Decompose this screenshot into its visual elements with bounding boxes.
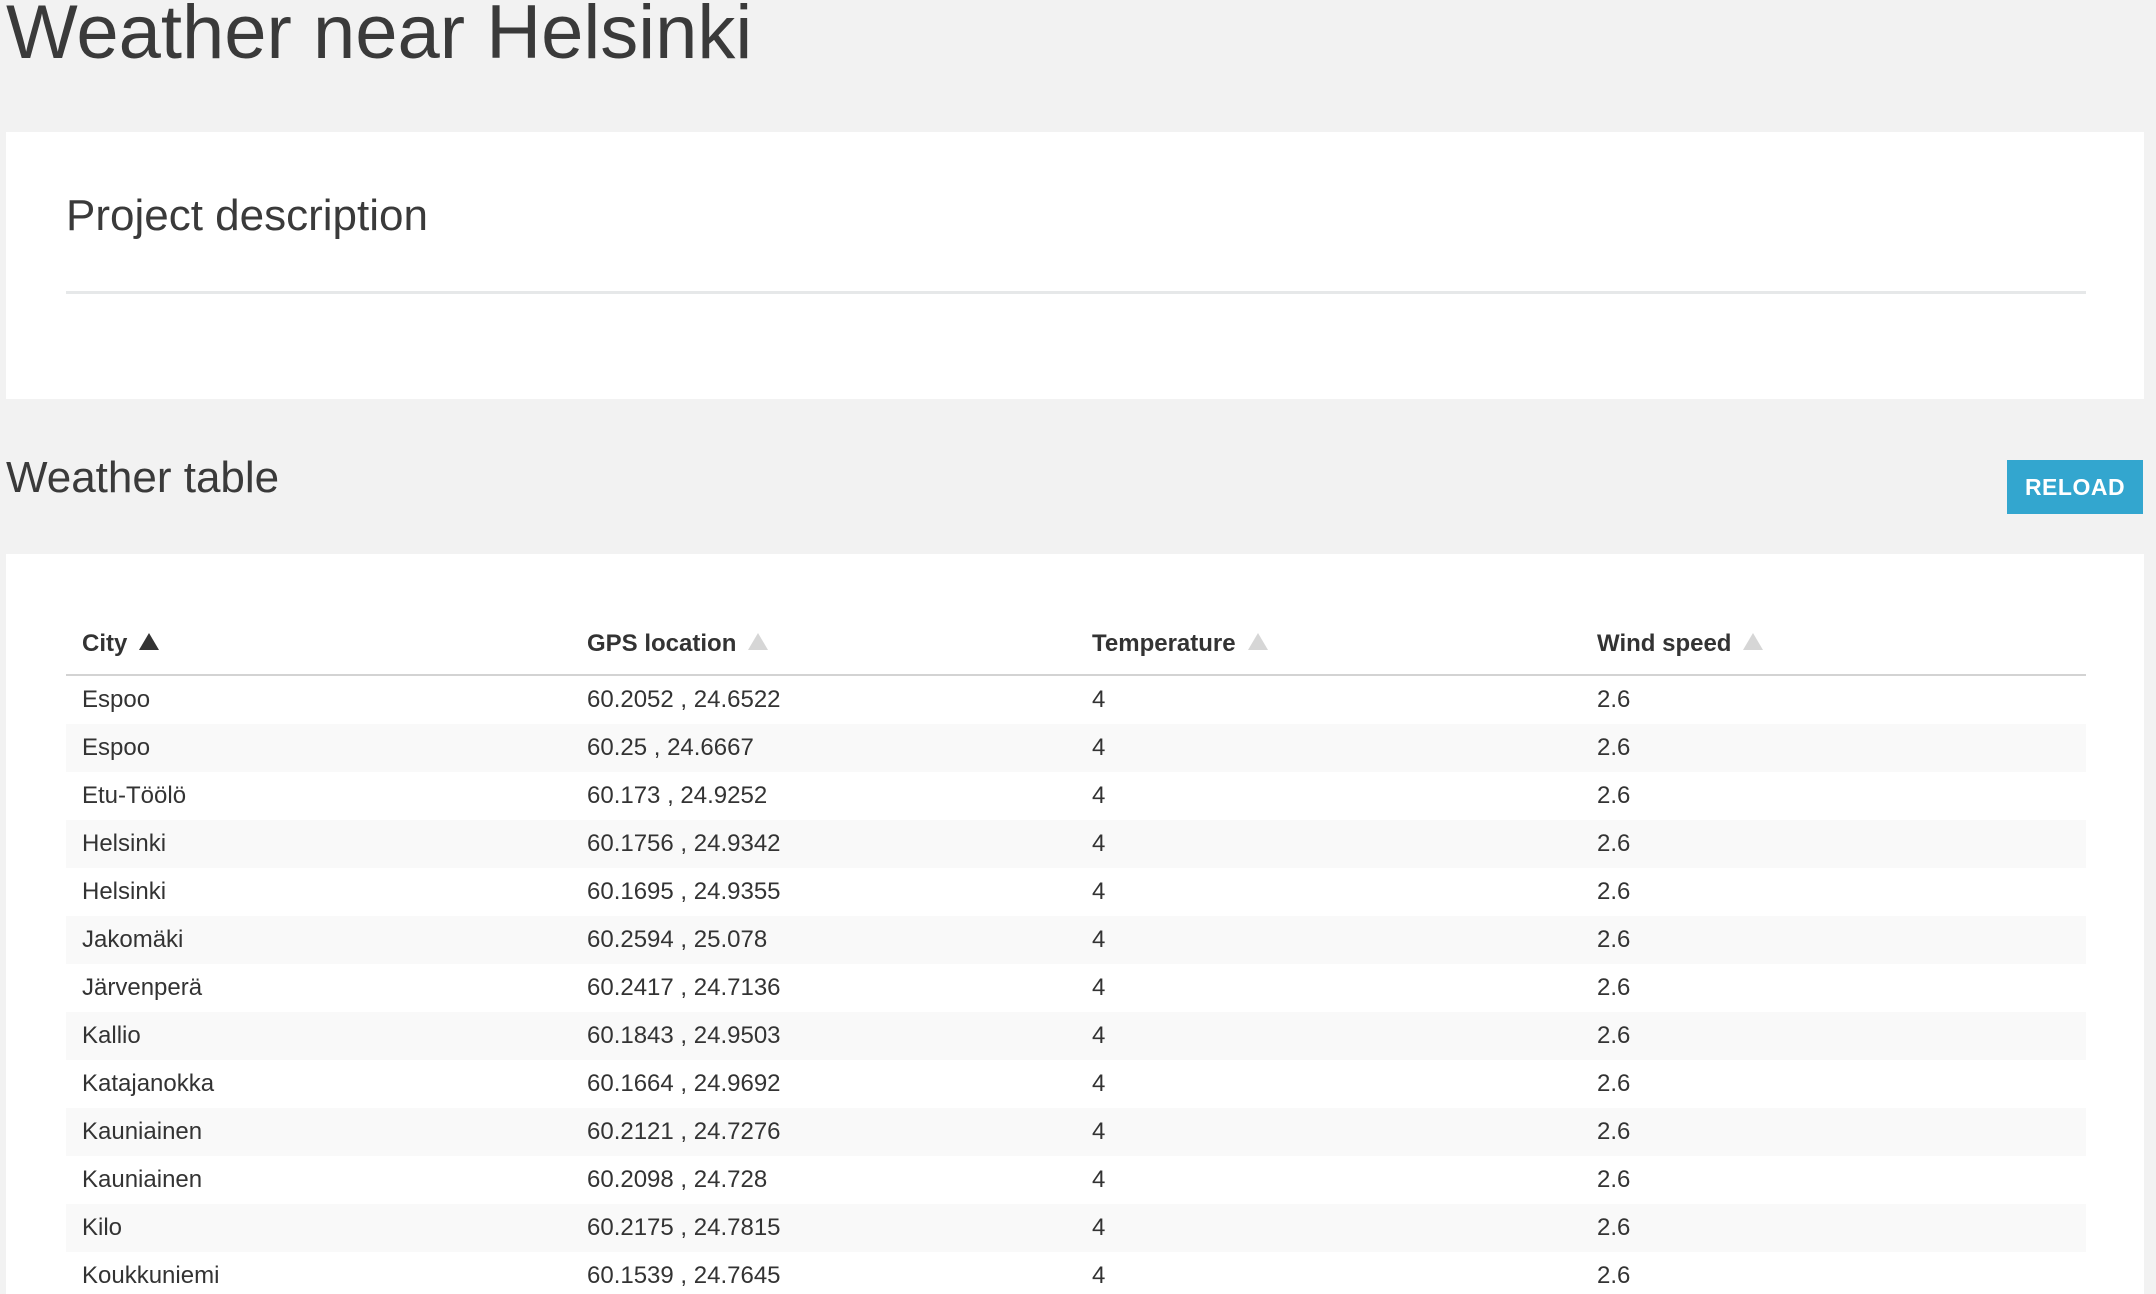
column-header-gps-location[interactable]: GPS location [571,614,1076,676]
sort-icon[interactable] [1247,633,1268,650]
project-description-title: Project description [66,191,428,240]
column-header-temperature[interactable]: Temperature [1076,614,1581,676]
cell-city: Järvenperä [82,974,203,1001]
cell-wind-speed: 2.6 [1581,1012,2086,1060]
cell-temperature: 4 [1076,1012,1581,1060]
cell-gps-location: 60.2594 , 25.078 [571,916,1076,964]
cell-city: Helsinki [82,878,167,905]
cell-gps-location: 60.2121 , 24.7276 [571,1108,1076,1156]
cell-temperature: 4 [1076,1108,1581,1156]
cell-city: Helsinki [66,820,571,868]
column-header-label: City [82,630,128,657]
table-header-row: City GPS location Temperature Wind speed [66,614,2086,676]
sort-icon[interactable] [1743,633,1764,650]
cell-wind-speed: 2.6 [1597,686,1631,713]
weather-table: City GPS location Temperature Wind speed… [66,614,2086,1294]
table-row: Etu-Töölö 60.173 , 24.9252 4 2.6 [66,772,2086,820]
weather-table-title: Weather table [6,453,280,502]
weather-table-body: Espoo 60.2052 , 24.6522 4 2.6 Espoo 60.2… [66,675,2086,1294]
cell-temperature: 4 [1092,782,1106,809]
weather-table-card: City GPS location Temperature Wind speed… [6,554,2144,1294]
cell-gps-location: 60.2098 , 24.728 [587,1166,768,1193]
cell-wind-speed: 2.6 [1581,1108,2086,1156]
cell-temperature: 4 [1092,974,1106,1001]
page-title: Weather near Helsinki [6,0,753,75]
cell-temperature: 4 [1092,1262,1106,1289]
table-row: Katajanokka 60.1664 , 24.9692 4 2.6 [66,1060,2086,1108]
cell-city: Kallio [66,1012,571,1060]
cell-city: Katajanokka [82,1070,215,1097]
description-divider [66,291,2086,294]
cell-gps-location: 60.1756 , 24.9342 [571,820,1076,868]
project-description-card: Project description [6,132,2144,399]
table-row: Kilo 60.2175 , 24.7815 4 2.6 [66,1204,2086,1252]
cell-wind-speed: 2.6 [1597,974,1631,1001]
cell-temperature: 4 [1076,916,1581,964]
cell-wind-speed: 2.6 [1597,1166,1631,1193]
cell-wind-speed: 2.6 [1597,1262,1631,1289]
cell-gps-location: 60.1664 , 24.9692 [587,1070,781,1097]
column-header-label: Temperature [1092,630,1236,657]
cell-city: Espoo [66,724,571,772]
column-header-label: Wind speed [1597,630,1732,657]
table-row: Jakomäki 60.2594 , 25.078 4 2.6 [66,916,2086,964]
table-row: Helsinki 60.1756 , 24.9342 4 2.6 [66,820,2086,868]
cell-wind-speed: 2.6 [1597,878,1631,905]
cell-city: Espoo [82,686,151,713]
cell-temperature: 4 [1076,820,1581,868]
cell-city: Jakomäki [66,916,571,964]
table-row: Espoo 60.25 , 24.6667 4 2.6 [66,724,2086,772]
table-row: Järvenperä 60.2417 , 24.7136 4 2.6 [66,964,2086,1012]
column-header-wind-speed[interactable]: Wind speed [1581,614,2086,676]
cell-gps-location: 60.1843 , 24.9503 [571,1012,1076,1060]
table-row: Koukkuniemi 60.1539 , 24.7645 4 2.6 [66,1252,2086,1294]
cell-temperature: 4 [1076,724,1581,772]
cell-wind-speed: 2.6 [1581,1204,2086,1252]
cell-temperature: 4 [1092,878,1106,905]
sort-ascending-icon[interactable] [139,633,160,650]
cell-wind-speed: 2.6 [1581,724,2086,772]
cell-gps-location: 60.2052 , 24.6522 [587,686,781,713]
cell-gps-location: 60.2417 , 24.7136 [587,974,781,1001]
table-row: Kallio 60.1843 , 24.9503 4 2.6 [66,1012,2086,1060]
cell-gps-location: 60.25 , 24.6667 [571,724,1076,772]
cell-wind-speed: 2.6 [1597,1070,1631,1097]
cell-city: Kilo [66,1204,571,1252]
cell-wind-speed: 2.6 [1597,782,1631,809]
sort-icon[interactable] [748,633,769,650]
cell-temperature: 4 [1092,1070,1106,1097]
cell-wind-speed: 2.6 [1581,820,2086,868]
table-row: Espoo 60.2052 , 24.6522 4 2.6 [66,675,2086,724]
reload-button[interactable]: RELOAD [2007,460,2143,514]
cell-temperature: 4 [1092,686,1106,713]
cell-city: Kauniainen [82,1166,203,1193]
cell-city: Kauniainen [66,1108,571,1156]
cell-wind-speed: 2.6 [1581,916,2086,964]
cell-city: Koukkuniemi [82,1262,220,1289]
table-row: Kauniainen 60.2121 , 24.7276 4 2.6 [66,1108,2086,1156]
table-row: Helsinki 60.1695 , 24.9355 4 2.6 [66,868,2086,916]
cell-temperature: 4 [1076,1204,1581,1252]
table-row: Kauniainen 60.2098 , 24.728 4 2.6 [66,1156,2086,1204]
cell-gps-location: 60.1695 , 24.9355 [587,878,781,905]
column-header-city[interactable]: City [66,614,571,676]
cell-gps-location: 60.1539 , 24.7645 [587,1262,781,1289]
column-header-label: GPS location [587,630,737,657]
cell-gps-location: 60.2175 , 24.7815 [571,1204,1076,1252]
cell-gps-location: 60.173 , 24.9252 [587,782,768,809]
cell-city: Etu-Töölö [82,782,187,809]
cell-temperature: 4 [1092,1166,1106,1193]
